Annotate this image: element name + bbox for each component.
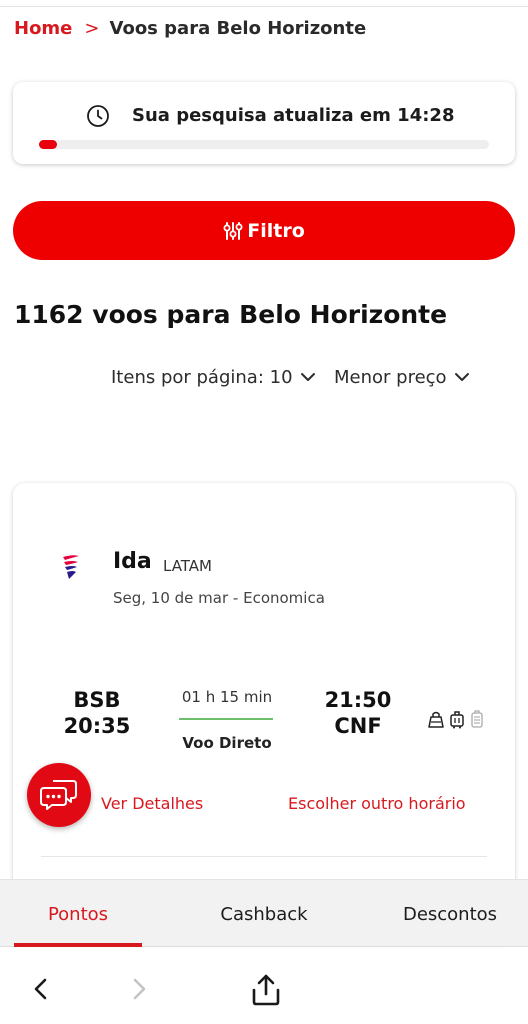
tab-pontos[interactable]: Pontos [14, 880, 142, 948]
refresh-progress-fill [39, 140, 57, 149]
breadcrumb: Home > Voos para Belo Horizonte [14, 15, 366, 41]
flight-direction: Ida [113, 549, 152, 574]
arrival-time: 21:50 [324, 688, 392, 712]
baggage-icons [427, 709, 485, 729]
checked-bag-icon [471, 710, 483, 728]
sort-order-select[interactable]: Menor preço [334, 364, 471, 390]
choose-other-time-link[interactable]: Escolher outro horário [288, 794, 466, 813]
results-title: 1162 voos para Belo Horizonte [14, 300, 448, 329]
filter-button[interactable]: Filtro [13, 201, 515, 260]
sort-order-label: Menor preço [334, 366, 447, 388]
route-line [179, 718, 273, 720]
breadcrumb-home-link[interactable]: Home [14, 18, 72, 39]
top-divider [0, 6, 528, 7]
sliders-icon [223, 221, 243, 240]
chevron-down-icon [300, 373, 315, 381]
refresh-countdown-text: Sua pesquisa atualiza em 14:28 [132, 105, 455, 126]
search-refresh-card: Sua pesquisa atualiza em 14:28 [13, 82, 515, 164]
forward-arrow-icon[interactable] [126, 976, 152, 1002]
view-details-link[interactable]: Ver Detalhes [101, 794, 203, 813]
breadcrumb-current: Voos para Belo Horizonte [109, 17, 367, 39]
items-per-page-select[interactable]: Itens por página: 10 [111, 364, 317, 390]
flight-card: Ida LATAM Seg, 10 de mar - Economica BSB… [13, 483, 515, 943]
flight-date-class: Seg, 10 de mar - Economica [113, 589, 325, 607]
latam-logo-icon [63, 555, 79, 579]
share-icon[interactable] [248, 972, 284, 1008]
card-divider [41, 856, 487, 857]
breadcrumb-separator: > [84, 17, 100, 39]
clock-icon [87, 105, 109, 127]
tab-descontos[interactable]: Descontos [382, 880, 518, 948]
chat-bubbles-icon [40, 780, 77, 810]
carry-on-bag-icon [450, 711, 464, 729]
departure-airport: BSB [73, 688, 121, 712]
browser-toolbar [0, 948, 528, 1024]
filter-button-label: Filtro [247, 219, 305, 242]
bottom-tab-bar: Pontos Cashback Descontos [0, 879, 528, 947]
airline-name: LATAM [163, 557, 212, 575]
items-per-page-label: Itens por página: 10 [111, 366, 293, 388]
back-arrow-icon[interactable] [28, 976, 54, 1002]
flight-type: Voo Direto [182, 734, 272, 752]
personal-item-icon [428, 711, 444, 728]
active-tab-indicator [14, 943, 142, 947]
flight-duration: 01 h 15 min [181, 688, 273, 706]
tab-cashback[interactable]: Cashback [192, 880, 336, 948]
chevron-down-icon [454, 373, 469, 381]
refresh-progress-bar [39, 140, 489, 149]
departure-time: 20:35 [63, 714, 131, 738]
chat-button[interactable] [27, 763, 91, 827]
arrival-airport: CNF [334, 714, 382, 738]
